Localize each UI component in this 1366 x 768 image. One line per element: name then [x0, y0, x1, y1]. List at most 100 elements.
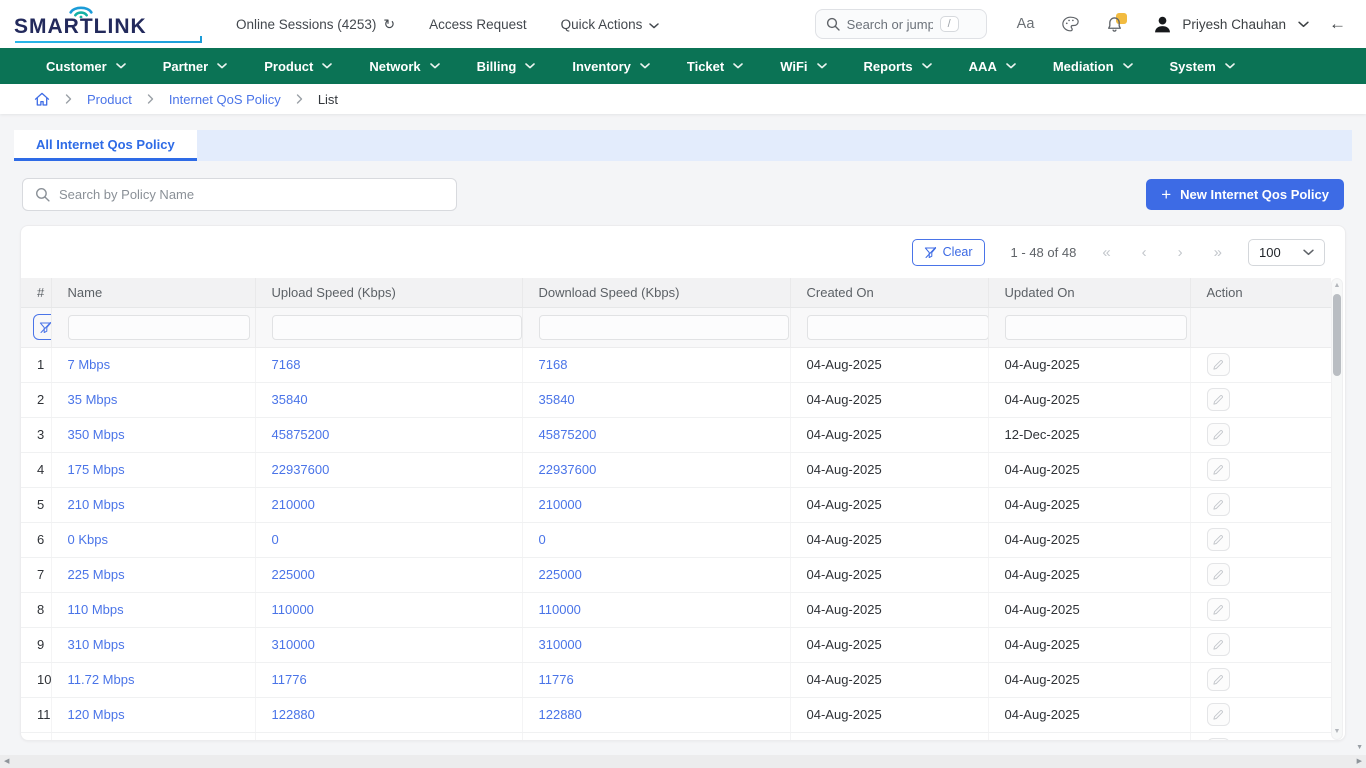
access-request-link[interactable]: Access Request — [429, 17, 527, 32]
global-search[interactable]: / — [815, 9, 987, 39]
download-speed-link[interactable]: 122880 — [539, 707, 582, 722]
filter-input-created[interactable] — [807, 315, 989, 340]
text-size-icon[interactable]: Aa — [1017, 16, 1035, 32]
upload-speed-link[interactable]: 210000 — [272, 497, 315, 512]
edit-button[interactable] — [1207, 458, 1230, 481]
column-header-created-on[interactable]: Created On — [790, 278, 988, 307]
filter-input-upload[interactable] — [272, 315, 522, 340]
policy-name-link[interactable]: 0 Kbps — [68, 532, 108, 547]
upload-speed-link[interactable]: 310000 — [272, 637, 315, 652]
download-speed-link[interactable]: 22937600 — [539, 462, 597, 477]
policy-search[interactable] — [22, 178, 457, 211]
policy-name-link[interactable]: 35 Mbps — [68, 392, 118, 407]
download-speed-link[interactable]: 7168 — [539, 357, 568, 372]
tab-all-internet-qos-policy[interactable]: All Internet Qos Policy — [14, 130, 197, 161]
nav-item-billing[interactable]: Billing — [477, 59, 536, 74]
filter-input-download[interactable] — [539, 315, 789, 340]
column-header-name[interactable]: Name — [51, 278, 255, 307]
edit-button[interactable] — [1207, 703, 1230, 726]
column-header-action[interactable]: Action — [1190, 278, 1331, 307]
download-speed-link[interactable]: 11776 — [539, 672, 574, 687]
filter-input-updated[interactable] — [1005, 315, 1187, 340]
policy-name-link[interactable]: 310 Mbps — [68, 637, 125, 652]
column-header-updated-on[interactable]: Updated On — [988, 278, 1190, 307]
policy-name-link[interactable]: 7 Mbps — [68, 357, 111, 372]
nav-item-inventory[interactable]: Inventory — [572, 59, 650, 74]
nav-item-customer[interactable]: Customer — [46, 59, 126, 74]
edit-button[interactable] — [1207, 388, 1230, 411]
nav-item-reports[interactable]: Reports — [864, 59, 932, 74]
policy-name-link[interactable]: 225 Mbps — [68, 567, 125, 582]
filter-input-name[interactable] — [68, 315, 250, 340]
breadcrumb-item-internet-qos-policy[interactable]: Internet QoS Policy — [169, 92, 281, 107]
clear-filters-button[interactable]: Clear — [912, 239, 985, 266]
nav-item-aaa[interactable]: AAA — [969, 59, 1016, 74]
download-speed-link[interactable]: 110000 — [539, 602, 581, 617]
edit-button[interactable] — [1207, 493, 1230, 516]
table-vertical-scrollbar[interactable]: ▲ ▼ — [1331, 278, 1343, 740]
edit-button[interactable] — [1207, 668, 1230, 691]
scroll-up-icon[interactable]: ▲ — [1332, 281, 1342, 291]
edit-button[interactable] — [1207, 353, 1230, 376]
download-speed-link[interactable]: 45875200 — [539, 427, 597, 442]
download-speed-link[interactable]: 0 — [539, 532, 546, 547]
download-speed-link[interactable]: 210000 — [539, 497, 582, 512]
download-speed-link[interactable]: 225000 — [539, 567, 582, 582]
upload-speed-link[interactable]: 110000 — [272, 602, 314, 617]
prev-page-icon[interactable]: ‹ — [1142, 245, 1147, 260]
edit-button[interactable] — [1207, 598, 1230, 621]
upload-speed-link[interactable]: 11776 — [272, 672, 307, 687]
policy-name-link[interactable]: 11.72 Mbps — [68, 672, 135, 687]
edit-button[interactable] — [1207, 563, 1230, 586]
column-header-download-speed-kbps[interactable]: Download Speed (Kbps) — [522, 278, 790, 307]
page-size-select[interactable]: 100 — [1248, 239, 1325, 266]
nav-item-product[interactable]: Product — [264, 59, 332, 74]
upload-speed-link[interactable]: 7168 — [272, 357, 301, 372]
first-page-icon[interactable]: « — [1102, 245, 1110, 260]
scroll-left-icon[interactable]: ◀ — [4, 755, 9, 768]
policy-name-link[interactable]: 175 Mbps — [68, 462, 125, 477]
next-page-icon[interactable]: › — [1178, 245, 1183, 260]
nav-item-mediation[interactable]: Mediation — [1053, 59, 1133, 74]
upload-speed-link[interactable]: 0 — [272, 532, 279, 547]
last-page-icon[interactable]: » — [1214, 245, 1222, 260]
upload-speed-link[interactable]: 45875200 — [272, 427, 330, 442]
online-sessions-link[interactable]: Online Sessions (4253) ↻ — [236, 16, 395, 33]
download-speed-link[interactable]: 310000 — [539, 637, 582, 652]
edit-button[interactable] — [1207, 738, 1230, 741]
global-search-input[interactable] — [847, 17, 933, 32]
refresh-icon[interactable]: ↻ — [383, 16, 395, 33]
home-icon[interactable] — [34, 92, 50, 107]
new-internet-qos-policy-button[interactable]: + New Internet Qos Policy — [1146, 179, 1344, 210]
nav-item-partner[interactable]: Partner — [163, 59, 228, 74]
user-menu[interactable]: Priyesh Chauhan — [1152, 14, 1309, 35]
policy-search-input[interactable] — [59, 187, 444, 202]
filter-toggle-button[interactable] — [33, 314, 51, 340]
scrollbar-thumb[interactable] — [1333, 294, 1341, 376]
policy-name-link[interactable]: 120 Mbps — [68, 707, 125, 722]
breadcrumb-item-product[interactable]: Product — [87, 92, 132, 107]
edit-button[interactable] — [1207, 633, 1230, 656]
edit-button[interactable] — [1207, 528, 1230, 551]
quick-actions-menu[interactable]: Quick Actions — [561, 17, 660, 32]
nav-item-ticket[interactable]: Ticket — [687, 59, 743, 74]
upload-speed-link[interactable]: 22937600 — [272, 462, 330, 477]
edit-button[interactable] — [1207, 423, 1230, 446]
policy-name-link[interactable]: 350 Mbps — [68, 427, 125, 442]
column-header-num[interactable]: # — [21, 278, 51, 307]
column-header-upload-speed-kbps[interactable]: Upload Speed (Kbps) — [255, 278, 522, 307]
page-horizontal-scrollbar[interactable]: ◀ ▶ — [0, 755, 1366, 768]
scroll-down-icon[interactable]: ▼ — [1332, 727, 1342, 737]
upload-speed-link[interactable]: 35840 — [272, 392, 308, 407]
nav-item-wifi[interactable]: WiFi — [780, 59, 826, 74]
upload-speed-link[interactable]: 225000 — [272, 567, 315, 582]
brand-logo[interactable]: SMARTLINK — [12, 4, 194, 44]
nav-item-network[interactable]: Network — [369, 59, 439, 74]
upload-speed-link[interactable]: 122880 — [272, 707, 315, 722]
back-arrow-icon[interactable]: ← — [1329, 14, 1346, 34]
theme-palette-icon[interactable] — [1062, 16, 1079, 32]
notifications-bell-icon[interactable] — [1107, 16, 1122, 33]
policy-name-link[interactable]: 210 Mbps — [68, 497, 125, 512]
download-speed-link[interactable]: 35840 — [539, 392, 575, 407]
nav-item-system[interactable]: System — [1170, 59, 1235, 74]
